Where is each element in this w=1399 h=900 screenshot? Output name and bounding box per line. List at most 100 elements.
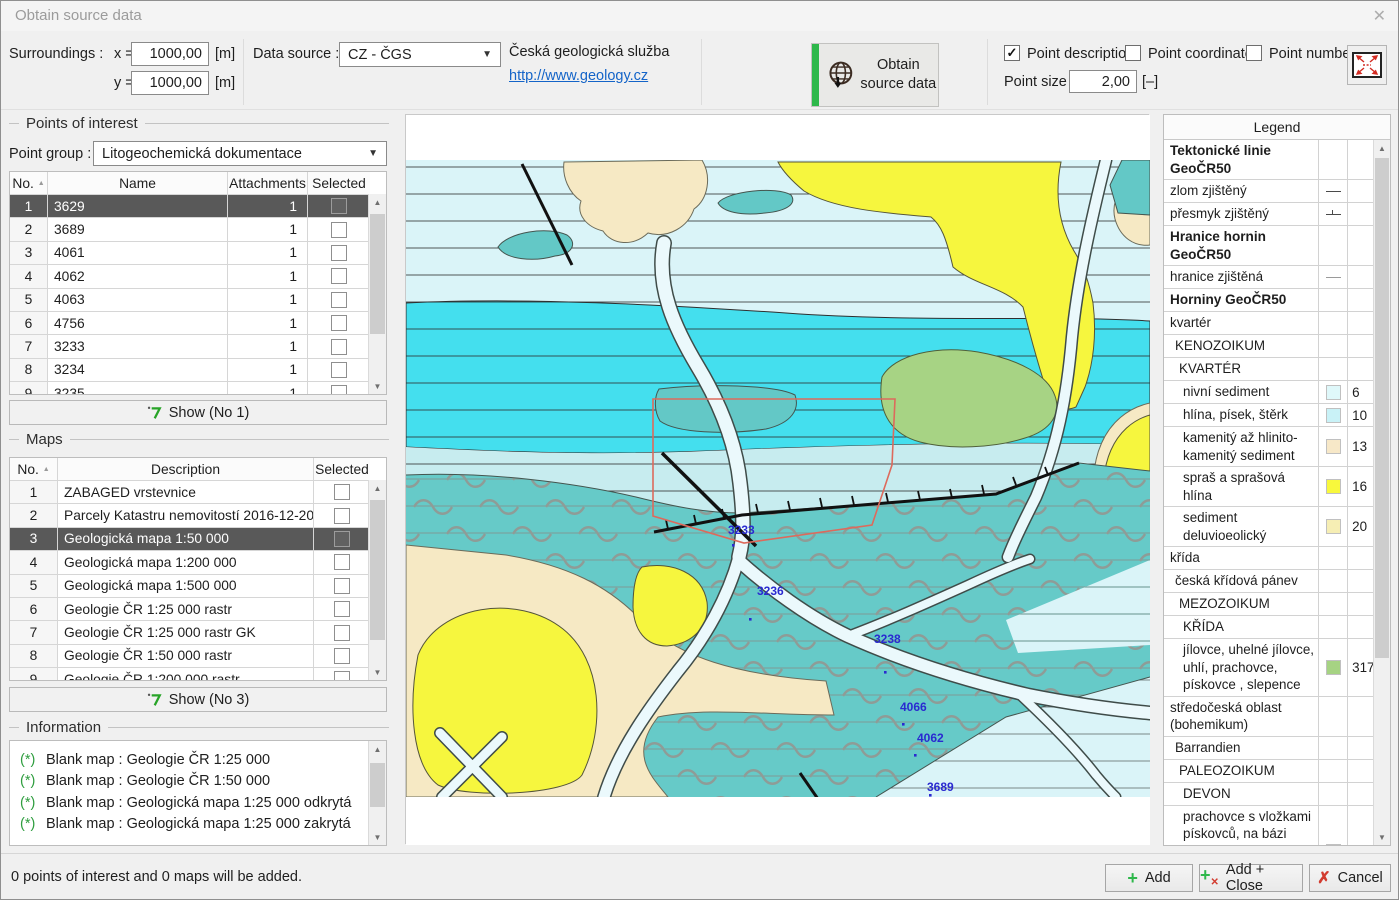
row-checkbox[interactable] [331,339,347,355]
point-size-input[interactable]: 2,00 [1069,70,1137,93]
table-row[interactable]: 832341 [10,359,386,382]
col-description[interactable]: Description [58,458,314,480]
cancel-label: Cancel [1338,870,1383,886]
col-no[interactable]: No. ▲ [10,172,48,194]
y-input[interactable]: 1000,00 [131,71,209,95]
maps-scrollbar[interactable]: ▲ ▼ [368,480,386,680]
row-checkbox[interactable] [331,362,347,378]
obtain-source-data-button[interactable]: Obtain source data [811,43,939,107]
title-bar[interactable]: Obtain source data ✕ [1,1,1398,31]
row-checkbox[interactable] [331,245,347,261]
table-row[interactable]: 932351 [10,382,386,395]
legend-row: zlom zjištěný [1164,180,1376,203]
row-checkbox[interactable] [331,198,347,214]
row-checkbox[interactable] [334,601,350,617]
information-scrollbar[interactable]: ▲ ▼ [368,741,386,845]
table-row[interactable]: 3Geologická mapa 1:50 000 [10,528,386,551]
check-icon: ✓ [1007,45,1018,61]
row-checkbox[interactable] [334,625,350,641]
map-point-label: 4062 [917,731,944,745]
information-group-caption: Information [9,719,389,736]
col-selected[interactable]: Selected [308,172,370,194]
col-selected[interactable]: Selected [314,458,370,480]
legend-row: Barrandien [1164,737,1376,760]
scrollbar-thumb[interactable] [370,500,385,640]
point-number-checkbox[interactable] [1246,45,1262,61]
row-checkbox[interactable] [331,385,347,395]
row-checkbox[interactable] [334,648,350,664]
table-row[interactable]: 4Geologická mapa 1:200 000 [10,551,386,574]
table-row[interactable]: 9Geologie ČR 1:200 000 rastr [10,668,386,681]
provider-link[interactable]: http://www.geology.cz [509,68,648,84]
table-row[interactable]: 1ZABAGED vrstevnice [10,481,386,504]
col-name[interactable]: Name [48,172,228,194]
table-row[interactable]: 6Geologie ČR 1:25 000 rastr [10,598,386,621]
data-source-select[interactable]: CZ - ČGS ▼ [339,42,501,67]
sort-asc-icon: ▲ [43,466,50,473]
point-group-select[interactable]: Litogeochemická dokumentace ▼ [93,141,387,166]
points-scrollbar[interactable]: ▲ ▼ [368,194,386,394]
point-description-checkbox[interactable]: ✓ [1004,45,1020,61]
toolbar-separator-2 [701,39,702,105]
table-row[interactable]: 2Parcely Katastru nemovitostí 2016-12-20 [10,504,386,527]
add-close-button[interactable]: +✕ Add + Close [1199,864,1303,892]
row-checkbox[interactable] [334,508,350,524]
cancel-button[interactable]: ✗ Cancel [1309,864,1391,892]
legend-row: Tektonické linie GeoČR50 [1164,140,1376,180]
legend-row: KVARTÉR [1164,358,1376,381]
legend-scrollbar[interactable]: ▲ ▼ [1373,140,1390,845]
map-canvas[interactable]: 3233 3236 3238 4066 4062 3689 [405,114,1149,844]
row-checkbox[interactable] [334,578,350,594]
list-item: (*)Blank map : Geologie ČR 1:25 000 [10,749,386,771]
legend-row: hlína, písek, štěrk10 [1164,404,1376,427]
row-checkbox[interactable] [331,292,347,308]
row-checkbox[interactable] [331,268,347,284]
row-checkbox[interactable] [334,484,350,500]
point-coordinates-checkbox[interactable] [1125,45,1141,61]
plus-close-icon: +✕ [1200,868,1219,888]
close-icon[interactable]: ✕ [1373,6,1386,26]
show-points-button[interactable]: Show (No 1) [9,400,387,425]
table-row[interactable]: 136291 [10,195,386,218]
fault-line-symbol [1326,191,1341,192]
obtain-button-label: Obtain source data [859,56,938,94]
table-row[interactable]: 8Geologie ČR 1:50 000 rastr [10,645,386,668]
surroundings-label: Surroundings : [9,46,103,62]
table-row[interactable]: 7Geologie ČR 1:25 000 rastr GK [10,621,386,644]
table-row[interactable]: 540631 [10,289,386,312]
table-row[interactable]: 340611 [10,242,386,265]
row-checkbox[interactable] [331,222,347,238]
table-row[interactable]: 440621 [10,265,386,288]
show-points-label: Show (No 1) [169,405,250,421]
scrollbar-thumb[interactable] [370,214,385,334]
data-source-label: Data source : [253,46,339,62]
scrollbar-thumb[interactable] [1375,158,1389,658]
col-no[interactable]: No. ▲ [10,458,58,480]
table-row[interactable]: 732331 [10,335,386,358]
color-swatch [1326,385,1341,400]
table-row[interactable]: 647561 [10,312,386,335]
zoom-extents-button[interactable] [1347,45,1387,85]
scrollbar-thumb[interactable] [370,763,385,807]
legend-row: DEVON [1164,783,1376,806]
color-swatch [1326,519,1341,534]
row-checkbox[interactable] [334,671,350,681]
legend-row: přesmyk zjištěný [1164,203,1376,226]
show-maps-button[interactable]: Show (No 3) [9,687,387,712]
row-checkbox[interactable] [334,554,350,570]
color-swatch [1326,660,1341,675]
map-point-label: 3236 [757,584,784,598]
sort-asc-icon: ▲ [38,180,45,187]
maps-table: No. ▲ Description Selected 1ZABAGED vrst… [9,457,387,681]
table-row[interactable]: 236891 [10,218,386,241]
table-row[interactable]: 5Geologická mapa 1:500 000 [10,575,386,598]
add-button[interactable]: + Add [1105,864,1193,892]
add-close-label: Add + Close [1226,862,1302,894]
legend-row: česká křídová pánev [1164,570,1376,593]
list-item: (*)Blank map : Geologická mapa 1:25 000 … [10,814,386,836]
point-description-label: Point description [1027,46,1134,62]
x-input[interactable]: 1000,00 [131,42,209,66]
row-checkbox[interactable] [331,315,347,331]
col-attachments[interactable]: Attachments [228,172,308,194]
row-checkbox[interactable] [334,531,350,547]
